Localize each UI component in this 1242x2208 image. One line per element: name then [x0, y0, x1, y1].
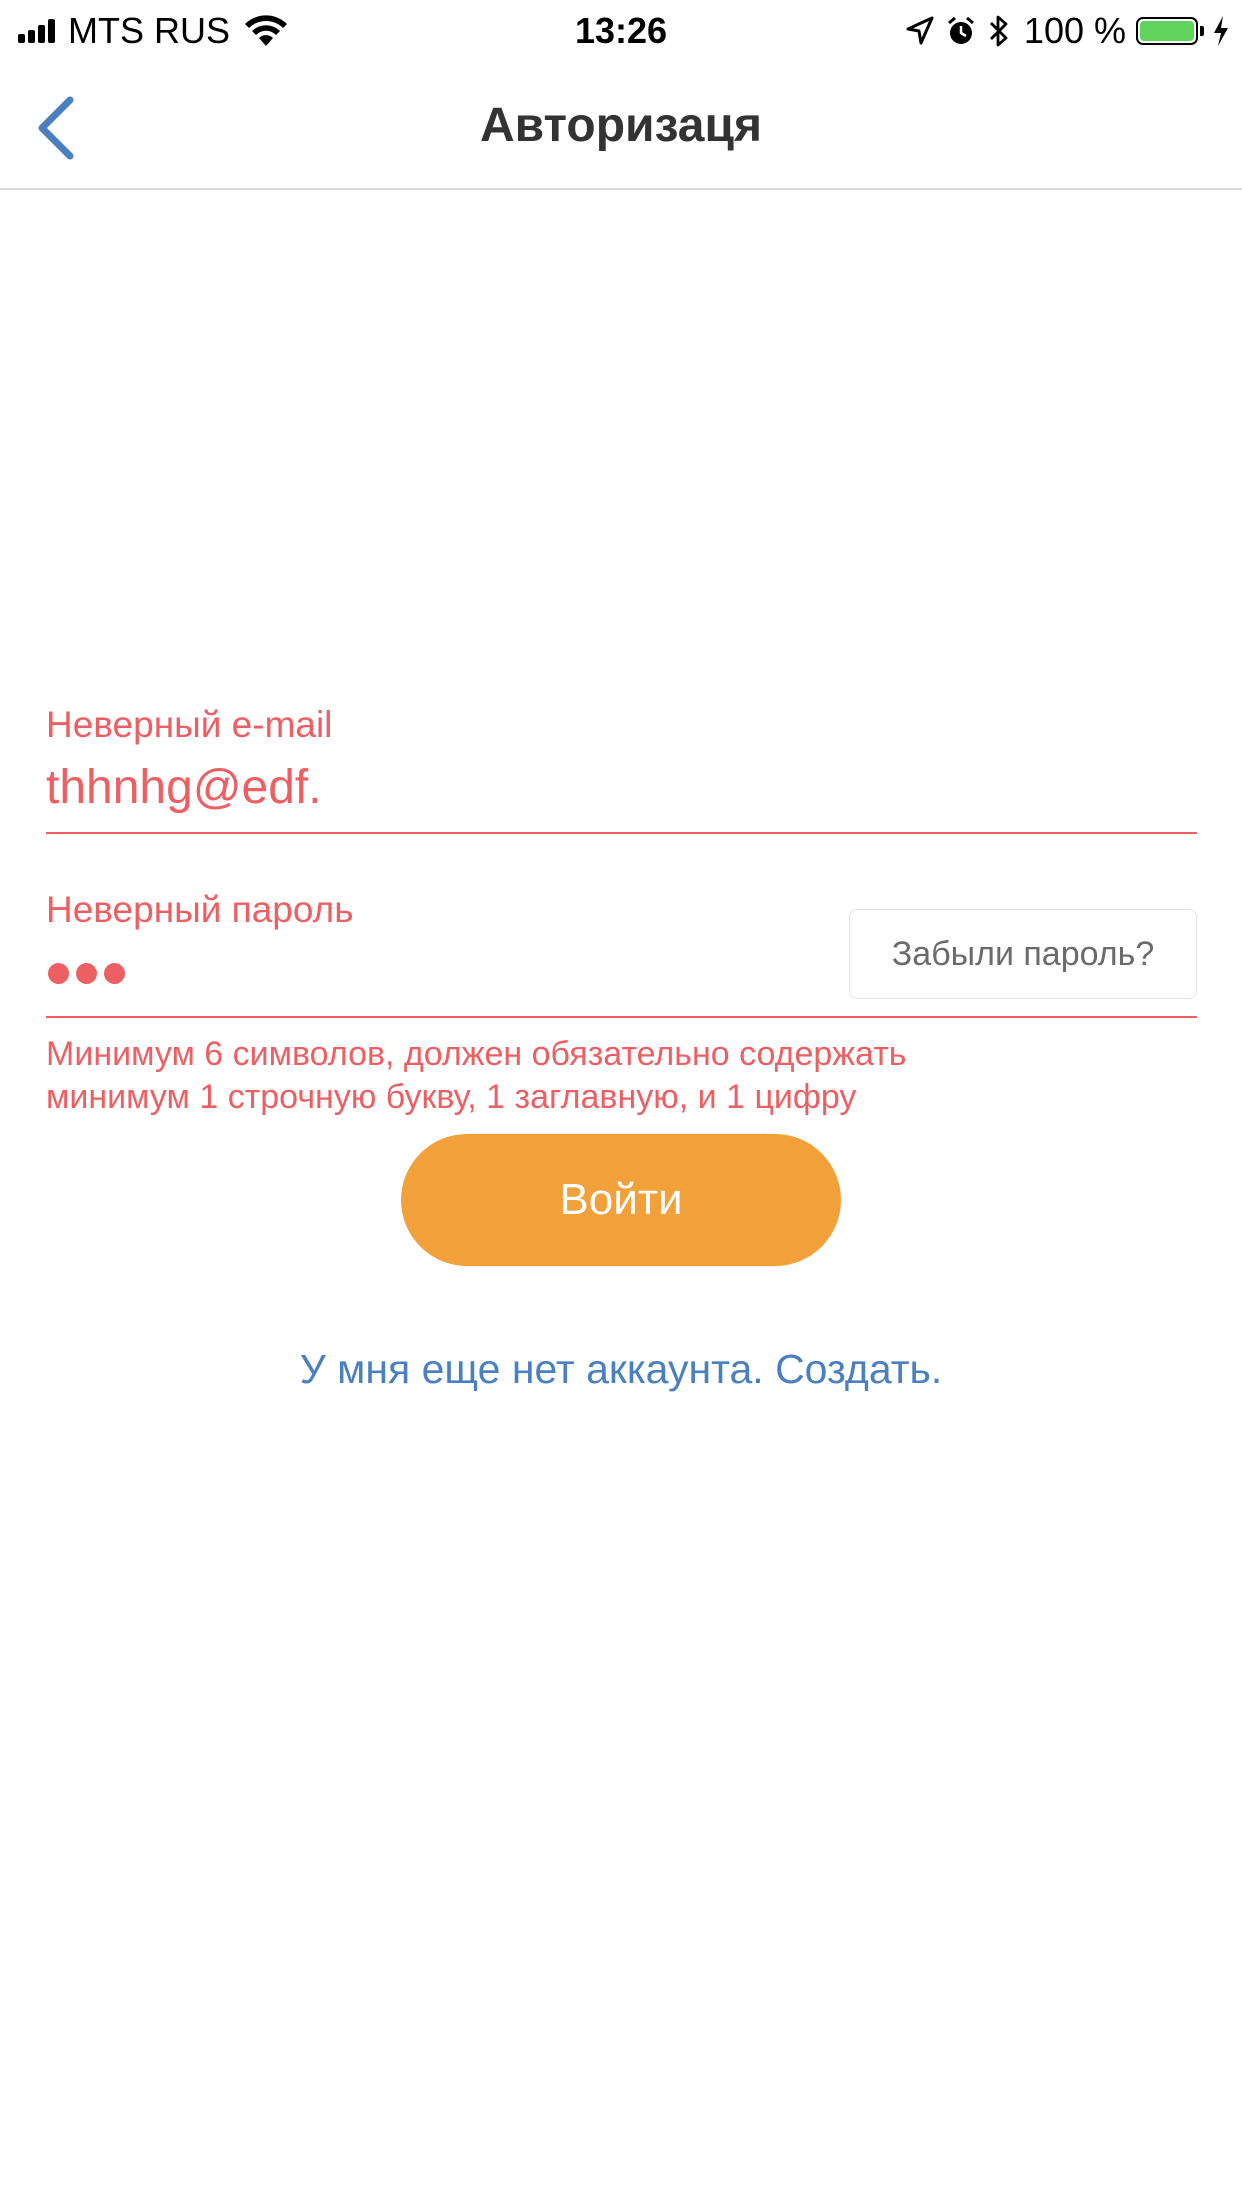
battery-cap: [1200, 26, 1204, 36]
hint-line-1: Минимум 6 символов, должен обязательно с…: [46, 1035, 907, 1073]
email-field[interactable]: thhnhg@edf.: [46, 758, 1196, 818]
password-requirements-hint: Минимум 6 символов, должен обязательно с…: [46, 1033, 1196, 1119]
navigation-bar: Авторизаця: [0, 62, 1242, 190]
status-bar-right: 100 %: [894, 10, 1230, 52]
login-screen: MTS RUS 13:26 100 % Авторизаця Неверный …: [0, 0, 1242, 2208]
battery-icon: [1136, 17, 1198, 45]
page-title: Авторизаця: [480, 99, 762, 152]
hint-line-2: минимум 1 строчную букву, 1 заглавную, и…: [46, 1078, 857, 1116]
login-button[interactable]: Войти: [401, 1134, 841, 1266]
password-mask-dot: [104, 963, 125, 984]
charging-icon: [1214, 16, 1228, 46]
status-bar: MTS RUS 13:26 100 %: [0, 0, 1242, 62]
password-field-underline: [46, 1016, 1197, 1018]
battery-level-fill: [1140, 21, 1194, 41]
create-account-link[interactable]: У мня еще нет аккаунта. Создать.: [0, 1346, 1242, 1393]
password-mask-dot: [76, 963, 97, 984]
email-error-label: Неверный e-mail: [46, 704, 333, 745]
password-error-label: Неверный пароль: [46, 889, 354, 930]
forgot-password-button[interactable]: Забыли пароль?: [849, 909, 1197, 999]
email-field-underline: [46, 832, 1197, 834]
alarm-icon: [947, 16, 974, 44]
battery-percent: 100 %: [1023, 10, 1126, 51]
bluetooth-icon: [989, 15, 1008, 47]
password-mask-dot: [48, 963, 69, 984]
location-icon: [906, 16, 934, 45]
password-field[interactable]: [48, 963, 132, 984]
